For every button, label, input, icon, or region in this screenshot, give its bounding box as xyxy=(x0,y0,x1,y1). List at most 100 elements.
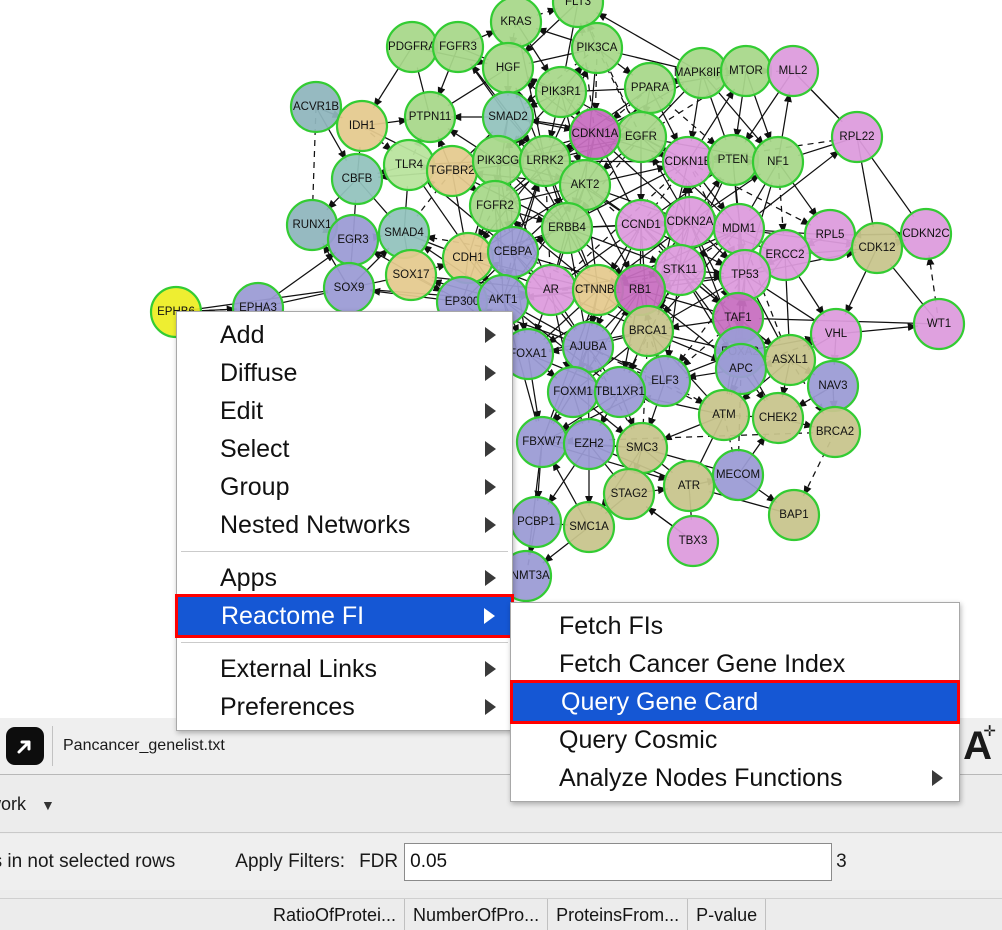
network-node[interactable]: AJUBA xyxy=(561,320,615,374)
network-node[interactable]: AR xyxy=(524,263,578,317)
menu-item-label: External Links xyxy=(220,654,378,683)
network-node[interactable]: MLL2 xyxy=(766,44,820,98)
reactome-fi-submenu[interactable]: Fetch FIs Fetch Cancer Gene Index Query Ge… xyxy=(510,602,960,802)
node-shape xyxy=(714,342,768,396)
node-shape xyxy=(509,495,563,549)
network-node[interactable]: MECOM xyxy=(711,448,765,502)
menu-item-select[interactable]: Select xyxy=(177,430,512,468)
network-node[interactable]: CDKN1A xyxy=(568,107,622,161)
network-node[interactable]: VHL xyxy=(809,307,863,361)
network-node[interactable]: BRCA1 xyxy=(621,304,675,358)
network-node[interactable]: PIK3CG xyxy=(471,134,525,188)
menu-item-nested-networks[interactable]: Nested Networks xyxy=(177,506,512,544)
network-node[interactable]: ACVR1B xyxy=(289,80,343,134)
fdr-input[interactable] xyxy=(404,843,833,881)
network-node[interactable]: CDK12 xyxy=(850,221,904,275)
network-node[interactable]: SMAD2 xyxy=(481,90,535,144)
network-node[interactable]: WT1 xyxy=(912,297,966,351)
network-node[interactable]: CDKN2C xyxy=(899,207,953,261)
node-shape xyxy=(481,41,535,95)
network-node[interactable]: BRCA2 xyxy=(808,405,862,459)
network-node[interactable]: CEBPA xyxy=(486,225,540,279)
submenu-item-analyze-nodes-functions[interactable]: Analyze Nodes Functions xyxy=(511,759,959,797)
submenu-item-query-gene-card[interactable]: Query Gene Card xyxy=(510,680,960,724)
node-shape xyxy=(638,354,692,408)
network-node[interactable]: CBFB xyxy=(330,152,384,206)
network-node[interactable]: PPARA xyxy=(623,61,677,115)
network-node[interactable]: FOXM1 xyxy=(546,365,600,419)
network-node[interactable]: PIK3R1 xyxy=(534,65,588,119)
network-node[interactable]: KRAS xyxy=(489,0,543,49)
network-node[interactable]: PIK3CA xyxy=(570,21,624,75)
menu-item-add[interactable]: Add xyxy=(177,316,512,354)
menu-item-edit[interactable]: Edit xyxy=(177,392,512,430)
column-header-number-of-proteins[interactable]: NumberOfPro... xyxy=(405,898,549,930)
network-selector-label: work xyxy=(0,793,27,814)
network-node[interactable]: EZH2 xyxy=(562,417,616,471)
network-node[interactable]: NF1 xyxy=(751,135,805,189)
column-header-p-value[interactable]: P-value xyxy=(688,898,767,930)
network-node[interactable]: TBX3 xyxy=(666,514,720,568)
annotation-text-icon[interactable]: ✛ A xyxy=(963,724,996,766)
node-shape xyxy=(621,304,675,358)
network-node[interactable]: PDGFRA xyxy=(385,20,439,74)
network-node[interactable]: IDH1 xyxy=(335,99,389,153)
column-header-proteins-from-network[interactable]: ProteinsFrom... xyxy=(548,898,689,930)
network-node[interactable]: CCND1 xyxy=(614,198,668,252)
node-shape xyxy=(384,248,438,302)
network-node[interactable]: CDKN1B xyxy=(661,135,715,189)
network-node[interactable]: MDM1 xyxy=(712,202,766,256)
network-selector[interactable]: work ▼ xyxy=(0,794,55,815)
network-node[interactable]: NAV3 xyxy=(806,359,860,413)
network-node[interactable]: SMC1A xyxy=(562,500,616,554)
network-node[interactable]: FGFR3 xyxy=(431,20,485,74)
network-node[interactable]: TBL1XR1 xyxy=(593,365,647,419)
menu-item-diffuse[interactable]: Diffuse xyxy=(177,354,512,392)
network-node[interactable]: ELF3 xyxy=(638,354,692,408)
node-context-menu[interactable]: Add Diffuse Edit Select Group Nested Networks… xyxy=(175,311,514,731)
network-node[interactable]: PTPN11 xyxy=(403,90,457,144)
network-node[interactable]: APC xyxy=(714,342,768,396)
network-node[interactable]: RPL5 xyxy=(803,208,857,262)
node-shape xyxy=(524,263,578,317)
menu-separator xyxy=(181,551,508,552)
network-node[interactable]: TP53 xyxy=(718,248,772,302)
network-node[interactable]: ASXL1 xyxy=(763,333,817,387)
network-node[interactable]: BAP1 xyxy=(767,488,821,542)
network-node[interactable]: TLR4 xyxy=(382,138,436,192)
column-header-ratio-of-proteins[interactable]: RatioOfProtei... xyxy=(265,898,406,930)
submenu-arrow-icon xyxy=(485,570,496,586)
network-node[interactable]: PTEN xyxy=(706,133,760,187)
node-shape xyxy=(593,365,647,419)
network-node[interactable]: PCBP1 xyxy=(509,495,563,549)
network-node[interactable]: TGFBR2 xyxy=(425,144,479,198)
network-node[interactable]: RPL22 xyxy=(830,110,884,164)
network-node[interactable]: CDKN2A xyxy=(663,195,717,249)
menu-item-label: Edit xyxy=(220,396,264,425)
network-node[interactable]: SOX17 xyxy=(384,248,438,302)
network-node[interactable]: SMC3 xyxy=(615,421,669,475)
menu-item-external-links[interactable]: External Links xyxy=(177,650,512,688)
network-node[interactable]: FGFR2 xyxy=(468,179,522,233)
menu-item-group[interactable]: Group xyxy=(177,468,512,506)
network-node[interactable]: MTOR xyxy=(719,44,773,98)
network-node[interactable]: ATM xyxy=(697,388,751,442)
network-node[interactable]: EGR3 xyxy=(326,213,380,267)
network-node[interactable]: STAG2 xyxy=(602,467,656,521)
menu-item-preferences[interactable]: Preferences xyxy=(177,688,512,726)
network-node[interactable]: ERBB4 xyxy=(540,201,594,255)
submenu-item-fetch-fis[interactable]: Fetch FIs xyxy=(511,607,959,645)
network-node[interactable]: HGF xyxy=(481,41,535,95)
network-node[interactable]: FBXW7 xyxy=(515,415,569,469)
network-node[interactable]: CHEK2 xyxy=(751,391,805,445)
network-node[interactable]: ATR xyxy=(662,459,716,513)
menu-item-apps[interactable]: Apps xyxy=(177,559,512,597)
menu-item-reactome-fi[interactable]: Reactome FI xyxy=(175,594,514,638)
export-button[interactable] xyxy=(2,723,48,769)
network-node[interactable]: SOX9 xyxy=(322,261,376,315)
node-shape xyxy=(662,459,716,513)
submenu-item-fetch-cancer-gene-index[interactable]: Fetch Cancer Gene Index xyxy=(511,645,959,683)
submenu-item-query-cosmic[interactable]: Query Cosmic xyxy=(511,721,959,759)
network-node[interactable]: CDH1 xyxy=(441,231,495,285)
network-node[interactable]: EGFR xyxy=(614,110,668,164)
